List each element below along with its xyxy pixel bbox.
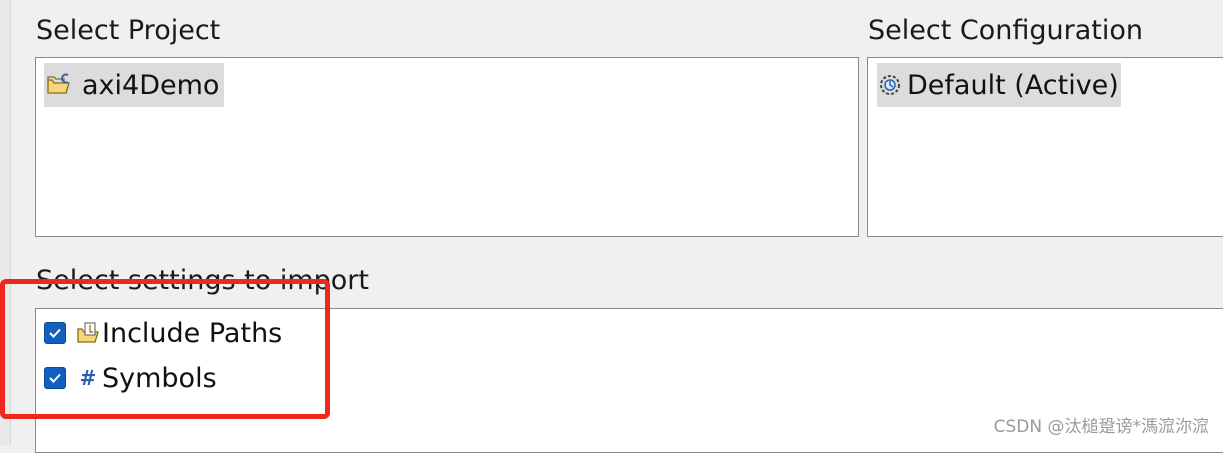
configuration-gear-icon (877, 72, 903, 98)
project-item-label: axi4Demo (82, 69, 220, 101)
c-project-folder-icon (44, 70, 74, 100)
project-item-axi4demo[interactable]: axi4Demo (44, 63, 224, 107)
select-project-label: Select Project (36, 15, 221, 46)
configuration-list[interactable]: Default (Active) (867, 57, 1223, 237)
select-configuration-label: Select Configuration (868, 15, 1143, 46)
configuration-item-label: Default (Active) (907, 69, 1119, 101)
csdn-watermark: CSDN @汰槌跫谤*溤溛沵溛 (993, 417, 1209, 437)
annotation-highlight-box (0, 279, 330, 419)
configuration-item-default[interactable]: Default (Active) (877, 63, 1121, 107)
project-list[interactable]: axi4Demo (35, 57, 859, 237)
